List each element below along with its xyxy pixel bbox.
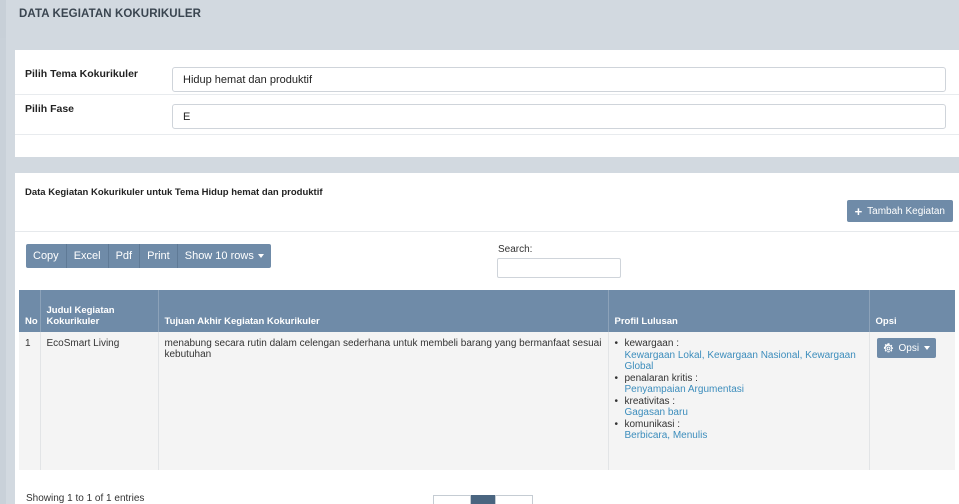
section-title: Data Kegiatan Kokurikuler untuk Tema Hid… xyxy=(25,187,323,198)
pagination-previous[interactable] xyxy=(433,495,471,504)
profil-sub: Gagasan baru xyxy=(624,407,688,418)
gear-icon xyxy=(883,342,893,352)
add-activity-label: Tambah Kegiatan xyxy=(867,205,945,217)
fase-row: Pilih Fase E xyxy=(15,95,959,135)
search-input[interactable] xyxy=(497,258,621,278)
list-item: penalaran kritis : Penyampaian Argumenta… xyxy=(615,373,863,396)
tema-select[interactable]: Hidup hemat dan produktif xyxy=(172,67,946,92)
table-row: 1 EcoSmart Living menabung secara rutin … xyxy=(19,332,955,470)
col-header-profil[interactable]: Profil Lulusan xyxy=(608,290,870,332)
col-header-opsi[interactable]: Opsi xyxy=(869,290,955,332)
col-header-tujuan[interactable]: Tujuan Akhir Kegiatan Kokurikuler xyxy=(158,290,609,332)
pdf-button[interactable]: Pdf xyxy=(108,244,141,268)
cell-tujuan: menabung secara rutin dalam celengan sed… xyxy=(158,332,609,470)
export-toolbar: Copy Excel Pdf Print Show 10 rows xyxy=(26,244,271,268)
col-header-no[interactable]: No xyxy=(19,290,41,332)
col-header-judul[interactable]: Judul Kegiatan Kokurikuler xyxy=(40,290,159,332)
opsi-label: Opsi xyxy=(898,342,920,354)
left-strip xyxy=(0,0,6,504)
divider xyxy=(15,231,959,232)
pagination-page-current[interactable] xyxy=(471,495,495,504)
table-header-row: No Judul Kegiatan Kokurikuler Tujuan Akh… xyxy=(19,290,955,332)
profil-list: kewargaan : Kewargaan Lokal, Kewargaan N… xyxy=(615,338,863,442)
plus-icon: + xyxy=(854,203,863,219)
profil-name: penalaran kritis : xyxy=(624,372,698,384)
cell-no: 1 xyxy=(19,332,41,470)
profil-sub: Penyampaian Argumentasi xyxy=(624,384,745,395)
copy-button[interactable]: Copy xyxy=(26,244,67,268)
profil-name: kreativitas : xyxy=(624,395,676,407)
caret-down-icon xyxy=(257,254,264,258)
tema-row: Pilih Tema Kokurikuler Hidup hemat dan p… xyxy=(15,50,959,95)
cell-judul: EcoSmart Living xyxy=(40,332,159,470)
cell-profil: kewargaan : Kewargaan Lokal, Kewargaan N… xyxy=(608,332,870,470)
excel-button[interactable]: Excel xyxy=(66,244,109,268)
add-activity-button[interactable]: + Tambah Kegiatan xyxy=(846,200,953,222)
caret-down-icon xyxy=(924,346,931,350)
activities-table: No Judul Kegiatan Kokurikuler Tujuan Akh… xyxy=(19,290,955,470)
cell-opsi: Opsi xyxy=(869,332,955,470)
pagination-next[interactable] xyxy=(495,495,533,504)
search-label: Search: xyxy=(498,244,533,255)
profil-name: kewargaan : xyxy=(624,338,679,349)
show-rows-label: Show 10 rows xyxy=(184,250,254,262)
show-rows-button[interactable]: Show 10 rows xyxy=(177,244,271,268)
profil-sub: Berbicara, Menulis xyxy=(624,430,708,441)
profil-sub: Kewargaan Lokal, Kewargaan Nasional, Kew… xyxy=(624,349,856,373)
page-title: DATA KEGIATAN KOKURIKULER xyxy=(19,8,202,20)
tema-label: Pilih Tema Kokurikuler xyxy=(25,68,139,80)
pagination xyxy=(433,495,533,504)
print-button[interactable]: Print xyxy=(140,244,178,268)
list-item: kewargaan : Kewargaan Lokal, Kewargaan N… xyxy=(615,338,863,373)
page-header: DATA KEGIATAN KOKURIKULER xyxy=(0,0,959,38)
profil-name: komunikasi : xyxy=(624,418,681,430)
fase-select[interactable]: E xyxy=(172,104,946,129)
fase-label: Pilih Fase xyxy=(25,103,75,115)
table-info: Showing 1 to 1 of 1 entries xyxy=(26,493,145,504)
list-item: kreativitas : Gagasan baru xyxy=(615,396,863,419)
list-item: komunikasi : Berbicara, Menulis xyxy=(615,419,863,442)
opsi-button[interactable]: Opsi xyxy=(876,338,937,358)
filter-card: Pilih Tema Kokurikuler Hidup hemat dan p… xyxy=(15,50,959,157)
main-card: Data Kegiatan Kokurikuler untuk Tema Hid… xyxy=(15,173,959,504)
